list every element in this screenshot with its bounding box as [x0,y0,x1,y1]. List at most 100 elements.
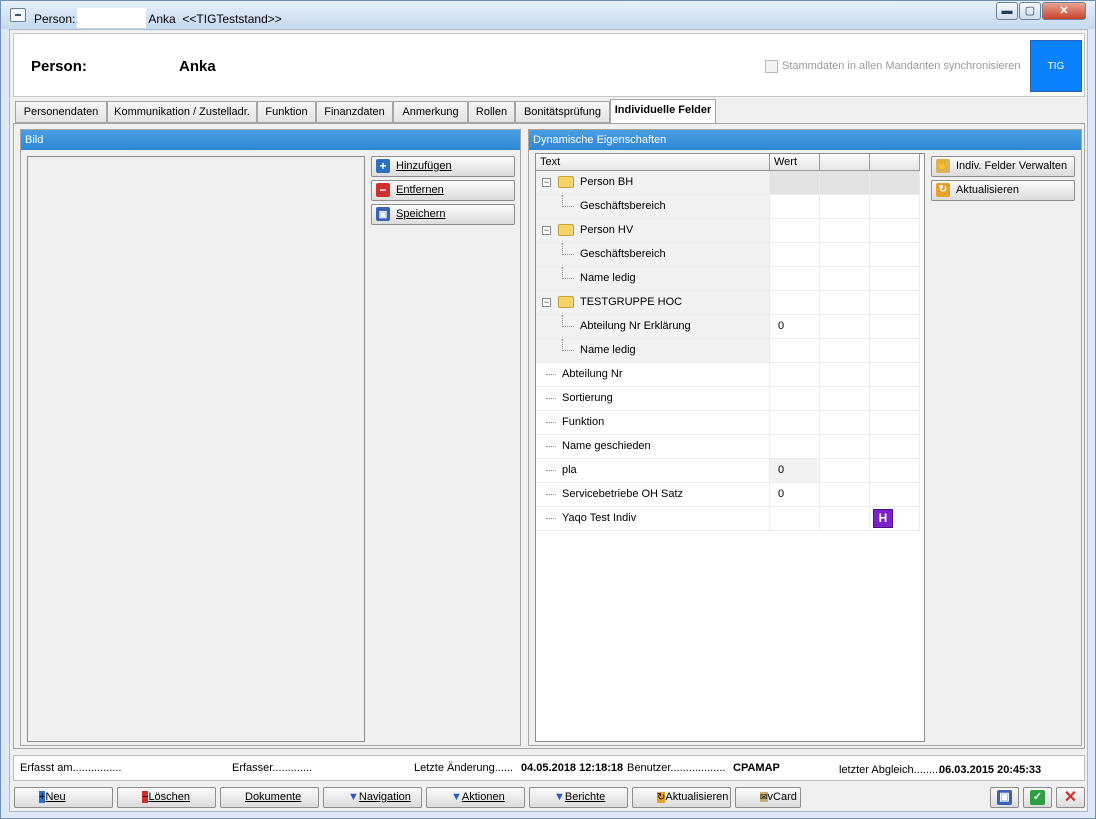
grid-row[interactable]: Yaqo Test Indiv H [536,507,920,531]
extra-cell[interactable] [870,483,920,507]
wert-cell[interactable] [770,363,820,387]
col-header-extra-2[interactable] [870,154,920,171]
wert-cell[interactable] [770,339,820,363]
extra-cell[interactable] [820,243,870,267]
text-cell[interactable]: Servicebetriebe OH Satz [536,483,770,507]
text-cell[interactable]: Geschäftsbereich [536,195,770,219]
wert-cell[interactable] [770,195,820,219]
grid-row[interactable]: − Person HV [536,219,920,243]
extra-cell[interactable] [870,411,920,435]
extra-cell[interactable] [820,267,870,291]
text-cell[interactable]: − Person HV [536,219,770,243]
text-cell[interactable]: Name geschieden [536,435,770,459]
text-cell[interactable]: Yaqo Test Indiv [536,507,770,531]
wert-cell[interactable] [770,267,820,291]
manage-fields-button[interactable]: ✋ Indiv. Felder Verwalten [931,156,1075,177]
grid-row[interactable]: Name ledig [536,267,920,291]
collapse-icon[interactable]: − [542,298,551,307]
grid-row[interactable]: Sortierung [536,387,920,411]
wert-cell[interactable] [770,387,820,411]
extra-cell[interactable] [870,195,920,219]
wert-cell[interactable]: 0 [770,315,820,339]
extra-cell[interactable] [820,411,870,435]
text-cell[interactable]: − Person BH [536,171,770,195]
extra-cell[interactable] [870,171,920,195]
text-cell[interactable]: Name ledig [536,339,770,363]
extra-cell[interactable] [870,243,920,267]
extra-cell[interactable] [820,507,870,531]
wert-cell[interactable]: 0 [770,459,820,483]
grid-row[interactable]: Name geschieden [536,435,920,459]
wert-cell[interactable] [770,435,820,459]
tab-anmerkung[interactable]: Anmerkung [393,101,468,123]
extra-cell[interactable] [820,387,870,411]
sync-checkbox[interactable] [765,60,778,73]
refresh-fields-button[interactable]: ↻ Aktualisieren [931,180,1075,201]
title-bar[interactable]: Person: Anka <<TIGTeststand>> ▬ ▢ ✕ [1,1,1095,29]
wert-cell[interactable] [770,507,820,531]
wert-cell[interactable] [770,171,820,195]
neu-button[interactable]: +Neu [14,787,113,808]
extra-cell[interactable] [870,363,920,387]
aktionen-button[interactable]: ▼Aktionen [426,787,525,808]
extra-cell[interactable] [870,387,920,411]
save-button[interactable]: ▣ [990,787,1019,808]
text-cell[interactable]: Abteilung Nr [536,363,770,387]
berichte-button[interactable]: ▼Berichte [529,787,628,808]
tab-funktion[interactable]: Funktion [257,101,316,123]
text-cell[interactable]: − TESTGRUPPE HOC [536,291,770,315]
wert-cell[interactable] [770,219,820,243]
extra-cell[interactable] [870,291,920,315]
extra-cell[interactable] [820,483,870,507]
extra-cell[interactable] [870,219,920,243]
extra-cell[interactable] [820,435,870,459]
tab-personendaten[interactable]: Personendaten [15,101,107,123]
grid-row[interactable]: Abteilung Nr Erklärung 0 [536,315,920,339]
extra-cell[interactable] [870,339,920,363]
grid-row[interactable]: Geschäftsbereich [536,243,920,267]
wert-cell[interactable] [770,243,820,267]
grid-row[interactable]: Funktion [536,411,920,435]
remove-image-button[interactable]: − Entfernen [371,180,515,201]
h-icon[interactable]: H [873,509,893,528]
extra-cell[interactable] [820,195,870,219]
extra-cell[interactable] [870,315,920,339]
extra-cell[interactable] [820,291,870,315]
wert-cell[interactable] [770,411,820,435]
text-cell[interactable]: pla [536,459,770,483]
window-menu-icon[interactable] [10,8,26,22]
extra-cell[interactable] [820,363,870,387]
grid-row[interactable]: Servicebetriebe OH Satz 0 [536,483,920,507]
tab-bonitaetspruefung[interactable]: Bonitätsprüfung [515,101,610,123]
tab-individuelle-felder[interactable]: Individuelle Felder [610,99,716,124]
extra-cell[interactable] [870,267,920,291]
col-header-extra-1[interactable] [820,154,870,171]
extra-cell[interactable] [820,315,870,339]
maximize-button[interactable]: ▢ [1019,2,1041,20]
collapse-icon[interactable]: − [542,226,551,235]
grid-row[interactable]: Name ledig [536,339,920,363]
vcard-button[interactable]: ✉vCard [735,787,801,808]
tab-finanzdaten[interactable]: Finanzdaten [316,101,393,123]
grid-row[interactable]: − TESTGRUPPE HOC [536,291,920,315]
ok-button[interactable]: ✓ [1023,787,1052,808]
collapse-icon[interactable]: − [542,178,551,187]
aktualisieren-button[interactable]: ↻Aktualisieren [632,787,731,808]
grid-row[interactable]: − Person BH [536,171,920,195]
dokumente-button[interactable]: Dokumente [220,787,319,808]
tab-kommunikation[interactable]: Kommunikation / Zustelladr. [107,101,257,123]
text-cell[interactable]: Funktion [536,411,770,435]
extra-cell[interactable] [820,219,870,243]
text-cell[interactable]: Sortierung [536,387,770,411]
cancel-button[interactable]: ✕ [1056,787,1085,808]
close-button[interactable]: ✕ [1042,2,1086,20]
text-cell[interactable]: Abteilung Nr Erklärung [536,315,770,339]
minimize-button[interactable]: ▬ [996,2,1018,20]
grid-row[interactable]: Geschäftsbereich [536,195,920,219]
extra-cell[interactable] [870,459,920,483]
extra-cell[interactable] [820,339,870,363]
wert-cell[interactable] [770,291,820,315]
properties-grid[interactable]: Text Wert − Person BH Geschäftsbereich − Per… [535,153,925,742]
image-preview[interactable] [27,156,365,742]
text-cell[interactable]: Name ledig [536,267,770,291]
